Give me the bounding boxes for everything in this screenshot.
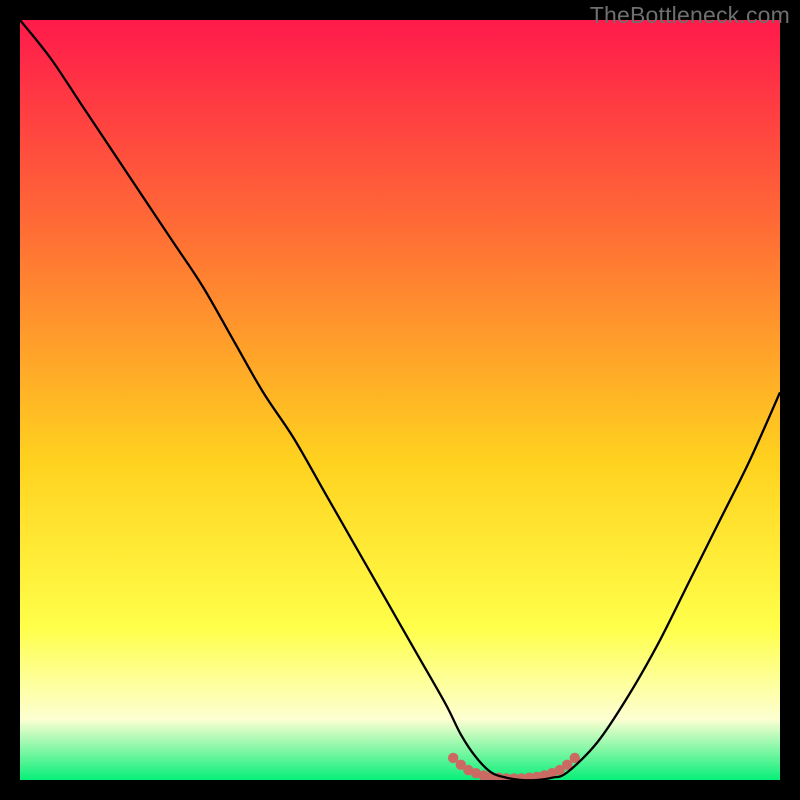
gradient-background xyxy=(20,20,780,780)
bottleneck-chart xyxy=(20,20,780,780)
watermark-text: TheBottleneck.com xyxy=(590,2,790,29)
